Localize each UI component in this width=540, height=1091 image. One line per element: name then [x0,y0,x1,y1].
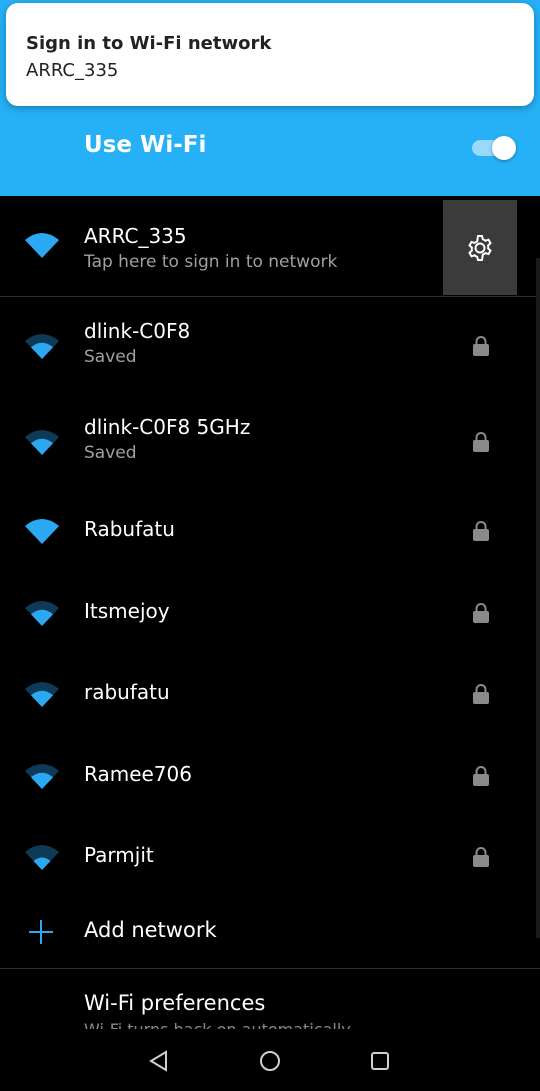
network-name: dlink-C0F8 [84,319,191,343]
notification-title: Sign in to Wi-Fi network [26,33,272,54]
lock-icon [473,847,489,867]
divider [0,296,540,297]
network-status: Saved [84,443,137,463]
lock-icon [473,521,489,541]
toggle-thumb [492,136,516,160]
network-status: Tap here to sign in to network [84,252,338,272]
network-name: Itsmejoy [84,599,170,623]
wifi-signal-icon [25,430,59,455]
sign-in-notification[interactable]: Sign in to Wi-Fi network ARRC_335 [6,3,534,106]
home-circle-icon[interactable] [257,1048,283,1074]
wifi-signal-icon [25,334,59,359]
network-name: rabufatu [84,680,170,704]
network-name: ARRC_335 [84,224,187,248]
add-network-label: Add network [84,918,217,942]
lock-icon [473,336,489,356]
notification-subtitle: ARRC_335 [26,60,119,81]
navigation-bar [0,1030,540,1091]
wifi-signal-icon [25,764,59,789]
wifi-signal-icon [25,519,59,544]
wifi-signal-icon [25,601,59,626]
network-row[interactable]: Itsmejoy [0,577,540,649]
lock-icon [473,684,489,704]
scrollbar[interactable] [536,258,540,938]
network-status: Saved [84,347,137,367]
network-row[interactable]: dlink-C0F8 5GHz Saved [0,399,540,485]
wifi-signal-icon [25,682,59,707]
network-name: Parmjit [84,843,154,867]
network-row[interactable]: dlink-C0F8 Saved [0,303,540,389]
back-triangle-icon[interactable] [146,1048,172,1074]
network-row[interactable]: rabufatu [0,658,540,730]
gear-icon [468,235,492,261]
network-row[interactable]: Ramee706 [0,740,540,812]
plus-icon [29,920,53,944]
wifi-preferences-label: Wi-Fi preferences [84,991,266,1015]
lock-icon [473,432,489,452]
divider [0,968,540,969]
lock-icon [473,766,489,786]
lock-icon [473,603,489,623]
wifi-full-icon [25,233,59,258]
network-name: Ramee706 [84,762,192,786]
wifi-toggle[interactable] [472,136,516,160]
network-row[interactable]: Parmjit [0,821,540,893]
wifi-preferences-subtitle: Wi-Fi turns back on automatically [84,1020,351,1029]
use-wifi-label: Use Wi-Fi [84,132,207,158]
network-name: dlink-C0F8 5GHz [84,415,251,439]
recents-square-icon[interactable] [367,1048,393,1074]
wifi-signal-icon [25,845,59,870]
network-row[interactable]: Rabufatu [0,495,540,567]
network-settings-button[interactable] [443,200,517,295]
network-name: Rabufatu [84,517,175,541]
